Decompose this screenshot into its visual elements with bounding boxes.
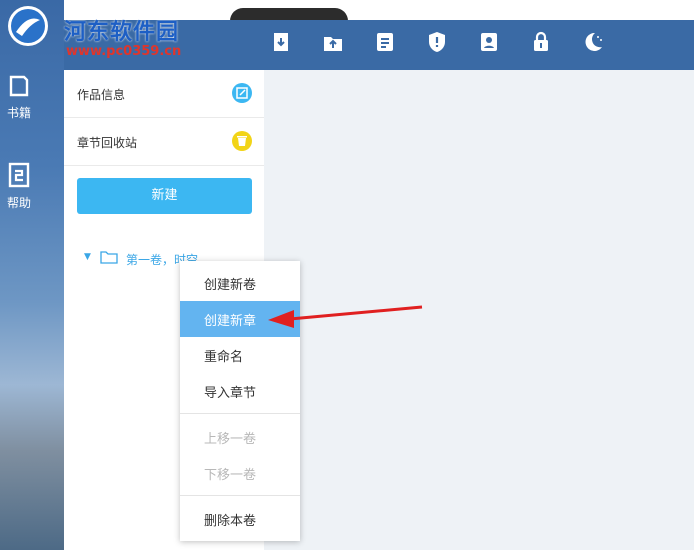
annotation-arrow bbox=[268, 305, 423, 328]
